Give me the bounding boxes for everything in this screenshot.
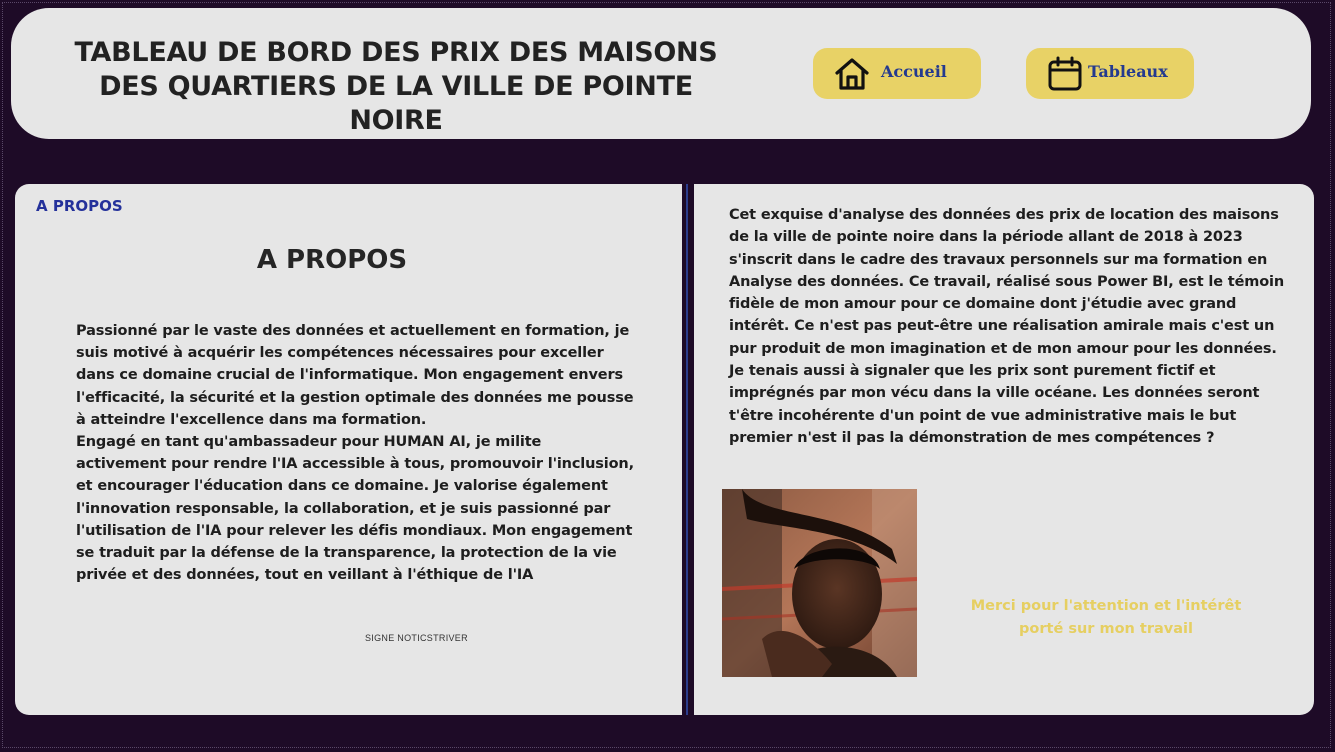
about-heading: A PROPOS xyxy=(256,245,408,275)
about-paragraph: Engagé en tant qu'ambassadeur pour HUMAN… xyxy=(76,434,634,584)
about-panel: A PROPOS A PROPOS Passionné par le vaste… xyxy=(15,184,682,715)
divider-line xyxy=(686,184,688,715)
project-description: Cet exquise d'analyse des données des pr… xyxy=(729,207,1285,446)
about-text: Passionné par le vaste des données et ac… xyxy=(76,320,636,586)
author-photo xyxy=(722,489,917,677)
about-paragraph: Passionné par le vaste des données et ac… xyxy=(76,323,634,428)
header-bar: TABLEAU DE BORD DES PRIX DES MAISONS DES… xyxy=(11,8,1311,139)
about-tag: A PROPOS xyxy=(36,197,123,215)
project-panel: Cet exquise d'analyse des données des pr… xyxy=(694,184,1314,715)
accueil-label: Accueil xyxy=(881,62,947,81)
panel-divider xyxy=(682,184,694,715)
home-icon xyxy=(833,55,871,93)
signature: SIGNE NOTICSTRIVER xyxy=(365,633,468,643)
calendar-icon xyxy=(1046,55,1084,93)
thanks-message: Merci pour l'attention et l'intérêt port… xyxy=(970,598,1242,637)
tableaux-label: Tableaux xyxy=(1088,62,1168,81)
tableaux-button[interactable]: Tableaux xyxy=(1026,48,1194,99)
page-title: TABLEAU DE BORD DES PRIX DES MAISONS DES… xyxy=(74,37,718,136)
accueil-button[interactable]: Accueil xyxy=(813,48,981,99)
